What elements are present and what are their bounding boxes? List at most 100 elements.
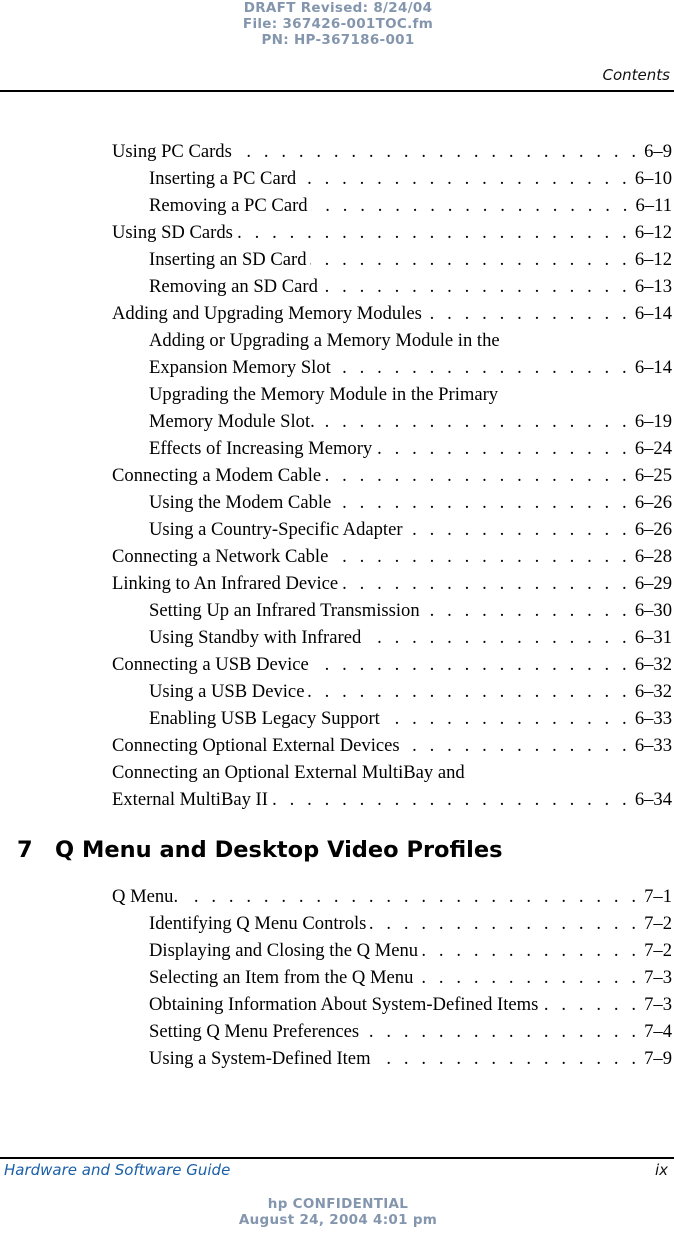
toc-entry[interactable]: Removing an SD Card. . . . . . . . . . .… <box>112 273 672 300</box>
toc-entry[interactable]: Identifying Q Menu Controls. . . . . . .… <box>112 910 672 937</box>
toc-entry[interactable]: Q Menu.. . . . . . . . . . . . . . . . .… <box>112 883 672 910</box>
toc-entry[interactable]: Enabling USB Legacy Support. . . . . . .… <box>112 705 672 732</box>
toc-entry-page: 6–34 <box>634 789 672 810</box>
running-head: Contents <box>602 66 670 84</box>
toc-entry-page: 7–9 <box>644 1048 672 1069</box>
toc-entry[interactable]: Using a USB Device. . . . . . . . . . . … <box>112 678 672 705</box>
toc-entry-page: 6–14 <box>634 303 672 324</box>
toc-entry-page: 6–33 <box>634 735 672 756</box>
leader-dots: . . . . . . . . . . . . . . . . . . . . … <box>341 573 631 594</box>
leader-dots: . . . . . . . . . . . . . . . . . . . . … <box>236 222 631 243</box>
toc-entry-title: Setting Up an Infrared Transmission <box>149 600 420 621</box>
toc-entry[interactable]: Using a System-Defined Item. . . . . . .… <box>112 1045 672 1072</box>
toc-entry[interactable]: Inserting an SD Card. . . . . . . . . . … <box>112 246 672 273</box>
toc-entry[interactable]: Connecting a Network Cable. . . . . . . … <box>112 543 672 570</box>
leader-dots: . . . . . . . . . . . . . . . . . . . . … <box>311 195 632 216</box>
leader-dots: . . . . . . . . . . . . . . . . . . . . … <box>331 546 631 567</box>
toc-entry-page: 6–19 <box>634 411 672 432</box>
toc-entry-title: Enabling USB Legacy Support <box>149 708 380 729</box>
chapter-number: 7 <box>17 837 33 863</box>
toc-entry-page: 6–33 <box>634 708 672 729</box>
toc-entry-title: Using Standby with Infrared <box>149 627 362 648</box>
leader-dots: . . . . . . . . . . . . . . . . . . . . … <box>299 168 631 189</box>
toc-entry[interactable]: Inserting a PC Card. . . . . . . . . . .… <box>112 165 672 192</box>
toc-entry[interactable]: Setting Up an Infrared Transmission. . .… <box>112 597 672 624</box>
leader-dots: . . . . . . . . . . . . . . . . . . . . … <box>334 492 631 513</box>
toc-entry[interactable]: Adding and Upgrading Memory Modules. . .… <box>112 300 672 327</box>
toc-entry-title: Using the Modem Cable <box>149 492 332 513</box>
toc-entry[interactable]: Using PC Cards. . . . . . . . . . . . . … <box>112 138 672 165</box>
toc-entry-title: Adding and Upgrading Memory Modules <box>112 303 422 324</box>
toc-entry-page: 6–11 <box>635 195 673 216</box>
toc-entry-title: Connecting Optional External Devices <box>112 735 400 756</box>
leader-dots: . . . . . . . . . . . . . . . . . . . . … <box>235 141 641 162</box>
toc-entry[interactable]: Using a Country-Specific Adapter. . . . … <box>112 516 672 543</box>
toc-entry[interactable]: Effects of Increasing Memory. . . . . . … <box>112 435 672 462</box>
toc-entry[interactable]: Connecting Optional External Devices. . … <box>112 732 672 759</box>
toc-entry-title: Selecting an Item from the Q Menu <box>149 967 414 988</box>
chapter-7-entries: Q Menu.. . . . . . . . . . . . . . . . .… <box>112 883 672 1072</box>
toc-entry[interactable]: Connecting a Modem Cable. . . . . . . . … <box>112 462 672 489</box>
confidential-stamp: hp CONFIDENTIAL August 24, 2004 4:01 pm <box>218 1196 458 1228</box>
toc-entry-page: 6–30 <box>634 600 672 621</box>
header-rule <box>0 90 674 92</box>
toc-entry-page: 6–29 <box>634 573 672 594</box>
toc-entry-title: External MultiBay II <box>112 789 268 810</box>
toc-entry-title: Effects of Increasing Memory <box>149 438 373 459</box>
toc-entry[interactable]: Obtaining Information About System-Defin… <box>112 991 672 1018</box>
toc-entry-title: Identifying Q Menu Controls <box>149 913 367 934</box>
toc-entry-page: 7–3 <box>644 967 672 988</box>
toc-entry-title: Q Menu. <box>112 886 179 907</box>
toc-entry[interactable]: Removing a PC Card. . . . . . . . . . . … <box>112 192 672 219</box>
toc-entry[interactable]: Using SD Cards. . . . . . . . . . . . . … <box>112 219 672 246</box>
toc-entry[interactable]: External MultiBay II. . . . . . . . . . … <box>112 786 672 813</box>
toc-entry[interactable]: Linking to An Infrared Device. . . . . .… <box>112 570 672 597</box>
toc-entry-page: 6–25 <box>634 465 672 486</box>
chapter-heading[interactable]: 7 Q Menu and Desktop Video Profiles <box>17 817 672 883</box>
leader-dots: . . . . . . . . . . . . . . . . . . . . … <box>369 913 641 934</box>
guide-title: Hardware and Software Guide <box>4 1161 231 1179</box>
toc-entry-title: Connecting an Optional External MultiBay… <box>112 762 465 783</box>
leader-dots: . . . . . . . . . . . . . . . . . . . . … <box>312 654 631 675</box>
leader-dots: . . . . . . . . . . . . . . . . . . . . … <box>271 789 631 810</box>
toc-entry[interactable]: Displaying and Closing the Q Menu. . . .… <box>112 937 672 964</box>
leader-dots: . . . . . . . . . . . . . . . . . . . . … <box>310 249 631 270</box>
leader-dots: . . . . . . . . . . . . . . . . . . . . … <box>362 1021 641 1042</box>
toc-entry[interactable]: Expansion Memory Slot. . . . . . . . . .… <box>112 354 672 381</box>
toc-entry-page: 7–2 <box>644 913 672 934</box>
toc-entry-page: 6–10 <box>634 168 672 189</box>
toc-entry-page: 6–26 <box>634 492 672 513</box>
toc-entry-title: Memory Module Slot. <box>149 411 315 432</box>
toc-entry-page: 7–3 <box>644 994 672 1015</box>
draft-stamp: DRAFT Revised: 8/24/04 File: 367426-001T… <box>218 0 458 48</box>
toc-entry-title: Using a USB Device <box>149 681 305 702</box>
leader-dots: . . . . . . . . . . . . . . . . . . . . … <box>375 438 631 459</box>
chapter-title: Q Menu and Desktop Video Profiles <box>55 837 503 863</box>
leader-dots: . . . . . . . . . . . . . . . . . . . . … <box>318 411 631 432</box>
leader-dots: . . . . . . . . . . . . . . . . . . . . … <box>181 886 641 907</box>
toc-entry-title: Displaying and Closing the Q Menu <box>149 940 419 961</box>
toc-entry-title: Upgrading the Memory Module in the Prima… <box>149 384 499 405</box>
leader-dots: . . . . . . . . . . . . . . . . . . . . … <box>406 519 631 540</box>
toc-entry-page: 6–9 <box>644 141 672 162</box>
toc-entry[interactable]: Memory Module Slot.. . . . . . . . . . .… <box>112 408 672 435</box>
toc-entry-page: 6–12 <box>634 249 672 270</box>
timestamp-line: August 24, 2004 4:01 pm <box>238 1212 438 1228</box>
toc-entry[interactable]: Using Standby with Infrared. . . . . . .… <box>112 624 672 651</box>
leader-dots: . . . . . . . . . . . . . . . . . . . . … <box>334 357 631 378</box>
toc-entry-title: Using PC Cards <box>112 141 232 162</box>
toc-entry[interactable]: Connecting a USB Device. . . . . . . . .… <box>112 651 672 678</box>
leader-dots: . . . . . . . . . . . . . . . . . . . . … <box>403 735 631 756</box>
toc-entry-title: Connecting a USB Device <box>112 654 309 675</box>
toc-entry[interactable]: Using the Modem Cable. . . . . . . . . .… <box>112 489 672 516</box>
toc-entry[interactable]: Selecting an Item from the Q Menu. . . .… <box>112 964 672 991</box>
toc-entry-page: 6–14 <box>634 357 672 378</box>
confidential-line: hp CONFIDENTIAL <box>267 1196 409 1212</box>
toc-entry[interactable]: Setting Q Menu Preferences. . . . . . . … <box>112 1018 672 1045</box>
leader-dots: . . . . . . . . . . . . . . . . . . . . … <box>425 303 631 324</box>
leader-dots: . . . . . . . . . . . . . . . . . . . . … <box>324 465 631 486</box>
toc-entry-title: Adding or Upgrading a Memory Module in t… <box>149 330 500 351</box>
draft-file-line: File: 367426-001TOC.fm <box>242 16 434 32</box>
toc-entry-page: 7–1 <box>644 886 672 907</box>
toc-entry-title: Removing a PC Card <box>149 195 308 216</box>
